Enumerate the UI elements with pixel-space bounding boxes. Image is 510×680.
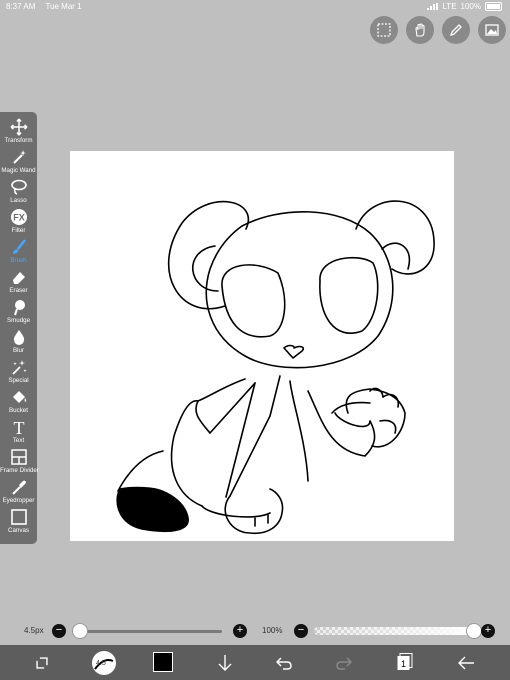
- layers-icon: 1: [397, 653, 413, 670]
- image-icon: [485, 24, 499, 36]
- opacity-slider-thumb[interactable]: [466, 623, 482, 639]
- tool-label: Text: [12, 437, 25, 444]
- tool-eyedropper[interactable]: Eyedropper: [0, 478, 37, 508]
- tool-label: Blur: [12, 347, 24, 354]
- tool-label: Transform: [4, 137, 33, 144]
- network-label: LTE: [442, 2, 457, 11]
- tool-label: Special: [8, 377, 29, 384]
- filter-icon-text: FX: [13, 213, 25, 223]
- plus-icon: +: [484, 624, 492, 636]
- tool-label: Lasso: [10, 197, 27, 204]
- tool-label: Brush: [10, 257, 27, 264]
- transform-icon: [10, 118, 27, 136]
- tool-lasso[interactable]: Lasso: [0, 178, 37, 208]
- tool-label: Filter: [11, 227, 26, 234]
- selection-icon: [377, 23, 391, 37]
- tool-magic-wand[interactable]: Magic Wand: [0, 148, 37, 178]
- slider-row: 4.5px − + 100% − +: [0, 622, 510, 640]
- minus-icon: −: [297, 624, 305, 636]
- brush-size-indicator: 4.5: [96, 660, 106, 667]
- plus-icon: +: [236, 624, 244, 636]
- battery-label: 100%: [460, 2, 481, 11]
- signal-icon: [427, 3, 439, 10]
- hand-button[interactable]: [406, 16, 434, 44]
- frame-divider-icon: [10, 449, 27, 465]
- tool-transform[interactable]: Transform: [0, 118, 37, 148]
- download-button[interactable]: [212, 650, 238, 676]
- brush-size-decrease-button[interactable]: −: [52, 624, 66, 638]
- brush-icon: [12, 239, 26, 254]
- eyedropper-icon: [11, 480, 26, 495]
- tool-frame-divider[interactable]: Frame Divider: [0, 448, 39, 478]
- pencil-button[interactable]: [442, 16, 470, 44]
- hand-icon: [415, 23, 425, 37]
- tool-smudge[interactable]: Smudge: [0, 298, 37, 328]
- rotate-arrows-icon: [36, 657, 48, 669]
- status-time: 8:37 AM: [6, 2, 36, 11]
- redo-button[interactable]: [331, 650, 357, 676]
- tool-palette: Transform Magic Wand Lasso FX Filter Bru…: [0, 112, 39, 544]
- tool-bucket[interactable]: Bucket: [0, 388, 37, 418]
- tool-special[interactable]: Special: [0, 358, 37, 388]
- brush-size-value: 4.5px: [24, 626, 44, 635]
- tool-label: Smudge: [6, 317, 31, 324]
- tool-label: Canvas: [8, 527, 29, 534]
- text-icon: T: [13, 418, 24, 436]
- blur-icon: [13, 330, 24, 345]
- down-arrow-icon: [218, 655, 232, 671]
- pencil-icon: [449, 24, 462, 37]
- minus-icon: −: [55, 624, 63, 636]
- color-swatch-button[interactable]: [153, 652, 173, 672]
- left-arrow-icon: [458, 656, 474, 670]
- tool-label: Magic Wand: [1, 167, 36, 174]
- bucket-icon: [12, 391, 26, 403]
- text-icon-text: T: [13, 418, 24, 436]
- tool-text[interactable]: T Text: [0, 418, 37, 448]
- smudge-icon: [13, 300, 25, 316]
- brush-size-increase-button[interactable]: +: [233, 624, 247, 638]
- layer-count: 1: [401, 659, 406, 669]
- quick-transform-button[interactable]: [29, 650, 55, 676]
- eraser-icon: [12, 272, 25, 284]
- canvas-icon: [10, 509, 27, 525]
- tool-canvas[interactable]: Canvas: [0, 508, 37, 538]
- status-date: Tue Mar 1: [45, 2, 82, 11]
- top-toolbar: [370, 16, 506, 44]
- brush-size-slider[interactable]: [72, 630, 222, 633]
- tool-blur[interactable]: Blur: [0, 328, 37, 358]
- opacity-value: 100%: [262, 626, 283, 635]
- undo-icon: [276, 657, 292, 670]
- tool-label: Eraser: [9, 287, 28, 294]
- battery-icon: [485, 2, 502, 11]
- filter-icon: FX: [10, 209, 27, 225]
- undo-button[interactable]: [271, 650, 297, 676]
- opacity-increase-button[interactable]: +: [481, 624, 495, 638]
- line-art-drawing: [116, 200, 435, 535]
- layers-button[interactable]: 1: [397, 653, 413, 671]
- selection-button[interactable]: [370, 16, 398, 44]
- image-button[interactable]: [478, 16, 506, 44]
- tool-eraser[interactable]: Eraser: [0, 268, 37, 298]
- back-button[interactable]: [453, 650, 479, 676]
- tool-brush[interactable]: Brush: [0, 238, 37, 268]
- tool-label: Frame Divider: [0, 467, 39, 474]
- opacity-decrease-button[interactable]: −: [294, 624, 308, 638]
- opacity-slider[interactable]: [314, 627, 474, 635]
- special-icon: [11, 360, 27, 375]
- lasso-icon: [10, 179, 27, 195]
- tool-filter[interactable]: FX Filter: [0, 208, 37, 238]
- bottom-toolbar: 4.5 1: [0, 645, 510, 680]
- redo-icon: [336, 657, 352, 670]
- status-bar: 8:37 AM Tue Mar 1 LTE 100%: [0, 0, 510, 14]
- magic-wand-icon: [12, 150, 26, 164]
- drawing-canvas[interactable]: [70, 151, 454, 541]
- brush-size-slider-thumb[interactable]: [71, 623, 88, 639]
- tool-label: Eyedropper: [2, 497, 35, 504]
- tool-label: Bucket: [9, 407, 28, 414]
